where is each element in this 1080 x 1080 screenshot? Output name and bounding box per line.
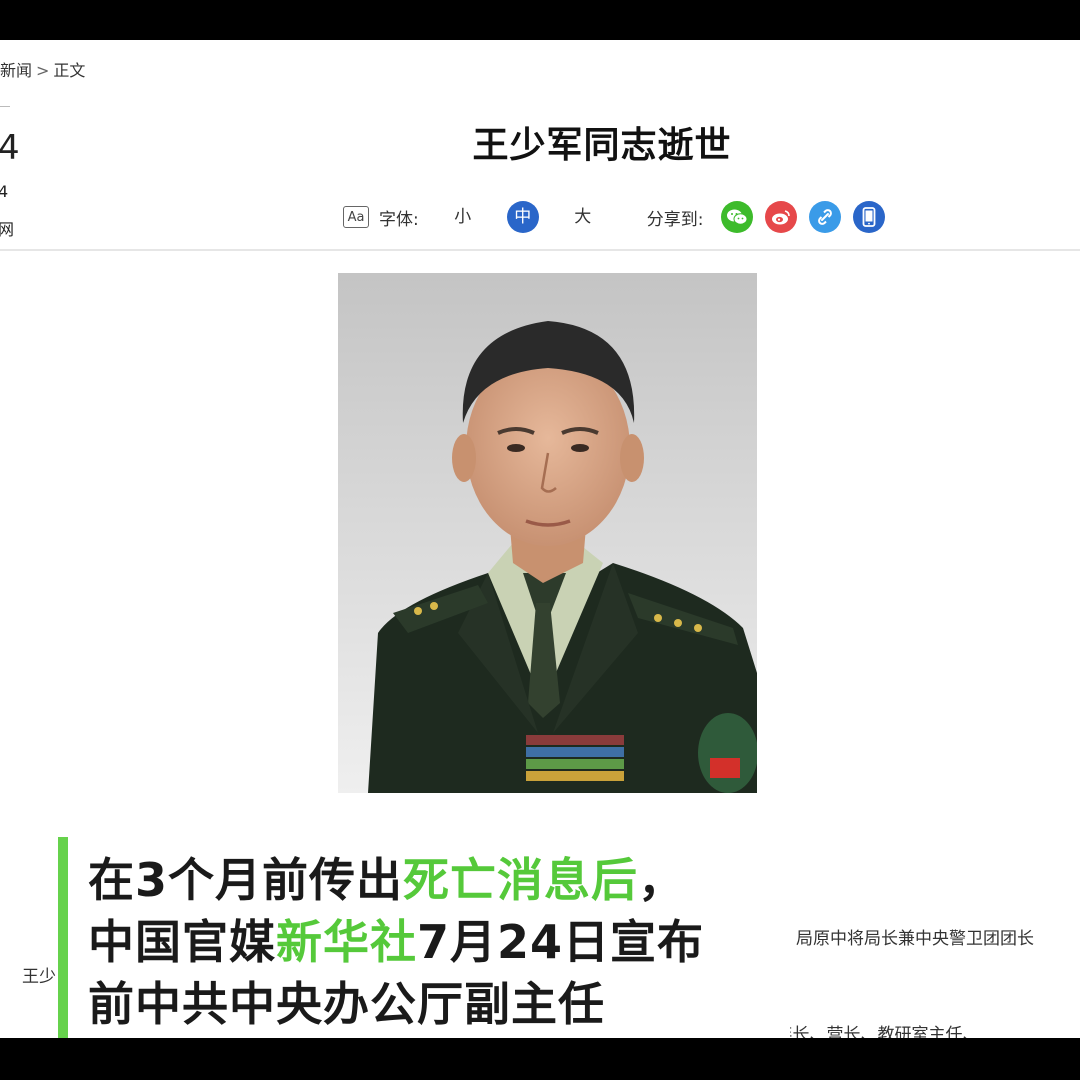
header-divider: [0, 249, 1080, 251]
official-portrait-image: [338, 273, 757, 793]
meta-rule: [0, 106, 10, 107]
font-size-small-button[interactable]: 小: [447, 201, 479, 233]
caption-line-3-text: 前中共中央办公厅副主任: [88, 977, 605, 1031]
share-label: 分享到:: [646, 209, 704, 230]
weibo-icon[interactable]: [765, 201, 798, 233]
breadcrumb-separator: >: [36, 61, 50, 80]
caption-line-1-highlight: 死亡消息后: [403, 853, 639, 907]
meta-source: 网: [0, 220, 15, 239]
link-icon[interactable]: [809, 201, 842, 233]
caption-line-1: 在3个月前传出死亡消息后，: [88, 849, 790, 911]
caption-line-2-text: 中国官媒: [88, 915, 276, 969]
caption-line-2-end: 7月24日宣布: [417, 915, 705, 969]
breadcrumb-current: 正文: [53, 61, 86, 80]
caption-line-2: 中国官媒新华社7月24日宣布: [88, 911, 790, 973]
caption-line-1-text: 在3个月前传出: [88, 853, 404, 907]
caption-line-2-highlight: 新华社: [276, 915, 417, 969]
font-size-label: 字体:: [379, 209, 419, 230]
mobile-icon[interactable]: [853, 201, 886, 233]
breadcrumb-parent-link[interactable]: 新闻: [0, 61, 32, 80]
caption-line-3: 前中共中央办公厅副主任: [88, 973, 790, 1035]
news-page: 新闻>正文 4 4 网 王少军同志逝世 Aa 字体: 小 中 大 分享到:: [0, 40, 1080, 1038]
font-size-icon: Aa: [343, 206, 369, 228]
meta-date-small: 4: [0, 182, 9, 201]
article-toolbar: Aa 字体: 小 中 大 分享到:: [343, 200, 891, 234]
article-text-fragment-right: 局原中将局长兼中央警卫团团长: [796, 929, 1034, 949]
breadcrumb: 新闻 > 正文: [0, 57, 85, 81]
font-size-medium-button[interactable]: 中: [506, 201, 539, 233]
video-caption-overlay: 在3个月前传出死亡消息后， 中国官媒新华社7月24日宣布 前中共中央办公厅副主任: [58, 837, 790, 1038]
article-text-fragment-left: 王少: [22, 967, 56, 987]
wechat-icon[interactable]: [721, 201, 754, 233]
font-size-large-button[interactable]: 大: [567, 201, 599, 233]
caption-line-1-end: ，: [638, 853, 686, 907]
letterbox-bar: [0, 1038, 1080, 1080]
article-title: 王少军同志逝世: [472, 125, 732, 166]
